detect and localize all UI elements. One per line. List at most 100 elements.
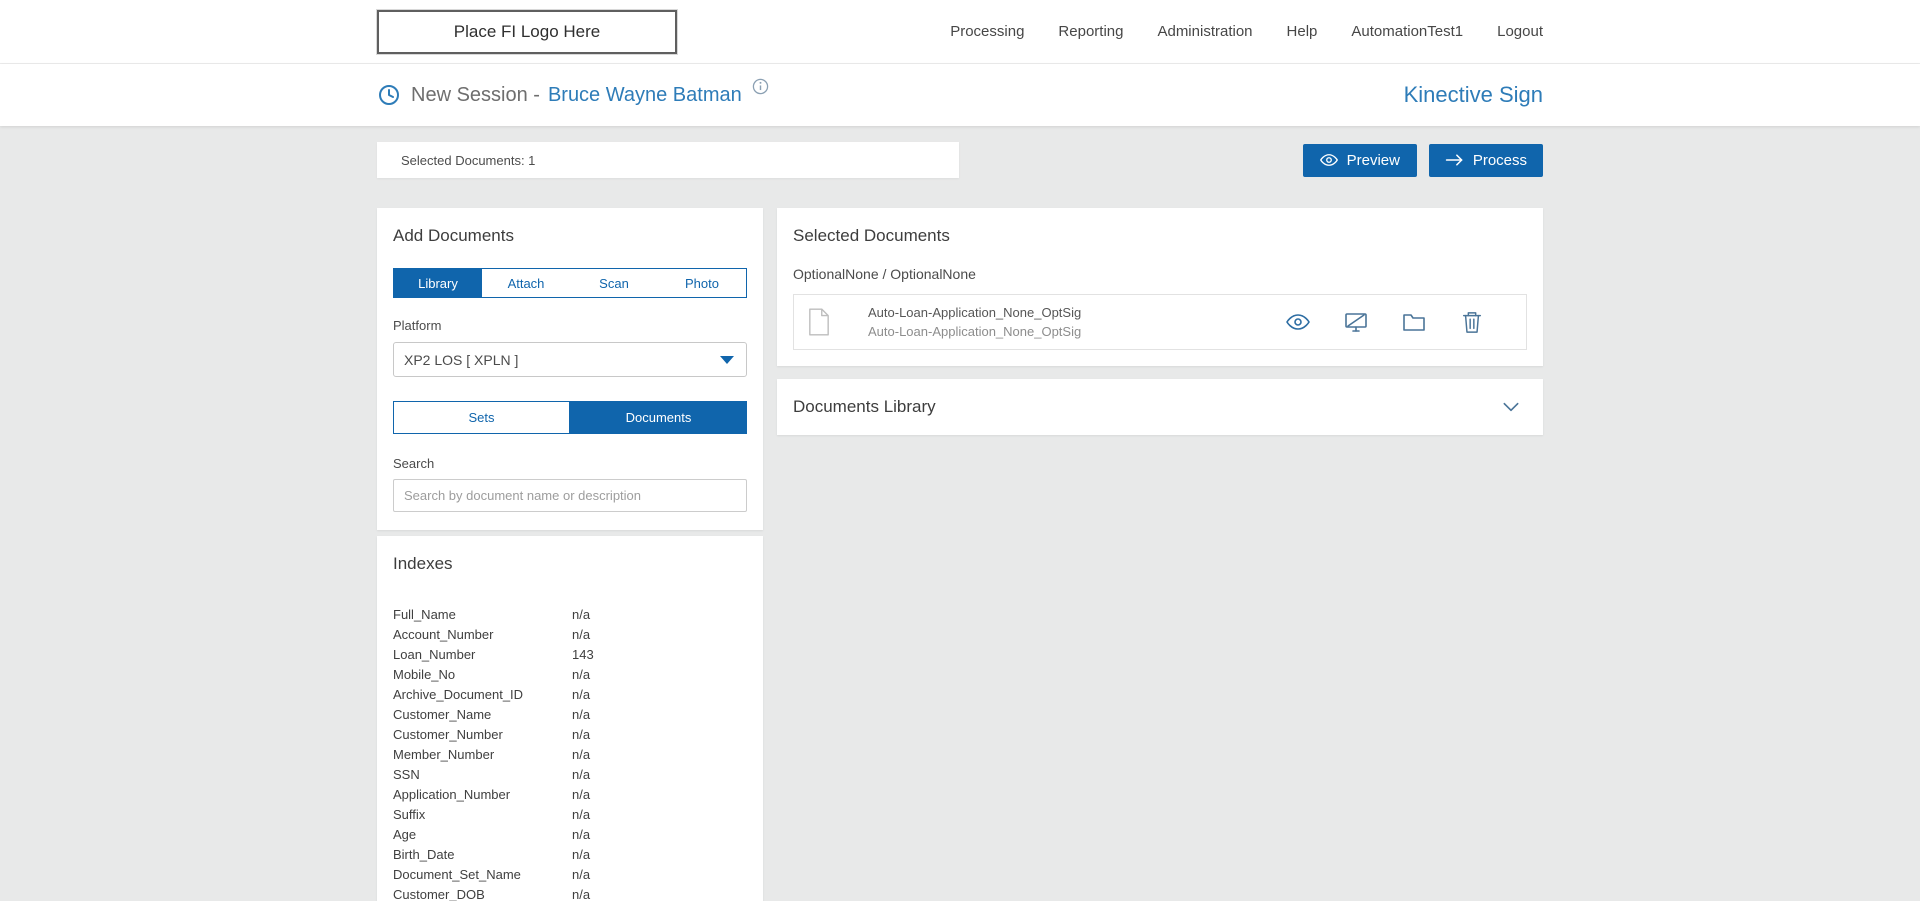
selected-documents-title: Selected Documents [793,226,1527,246]
index-row: Application_Number n/a [393,784,747,804]
preview-button-label: Preview [1347,152,1400,169]
index-label: Customer_Number [393,727,572,742]
documents-library-title: Documents Library [793,397,936,417]
arrow-right-icon [1445,152,1464,168]
index-value: n/a [572,707,590,722]
app-name: Kinective Sign [1404,82,1543,108]
index-label: Document_Set_Name [393,867,572,882]
index-value: n/a [572,727,590,742]
fi-logo-placeholder: Place FI Logo Here [377,10,677,54]
index-row: Full_Name n/a [393,604,747,624]
index-label: Birth_Date [393,847,572,862]
index-value: n/a [572,687,590,702]
index-label: Age [393,827,572,842]
index-value: n/a [572,667,590,682]
main-content: Selected Documents: 1 Preview Process [377,126,1543,901]
document-name: Auto-Loan-Application_None_OptSig [868,305,1081,320]
index-row: Birth_Date n/a [393,844,747,864]
index-label: Member_Number [393,747,572,762]
index-value: n/a [572,607,590,622]
top-navigation-bar: Place FI Logo Here Processing Reporting … [0,0,1920,64]
selected-document-row[interactable]: Auto-Loan-Application_None_OptSig Auto-L… [793,294,1527,350]
index-row: Account_Number n/a [393,624,747,644]
search-input[interactable] [393,479,747,512]
index-value: n/a [572,767,590,782]
index-value: n/a [572,627,590,642]
eye-icon [1286,310,1310,334]
remote-display-button[interactable] [1344,310,1368,334]
selected-documents-count-bar: Selected Documents: 1 [377,142,959,178]
nav-item-help[interactable]: Help [1287,23,1318,40]
trash-icon [1461,310,1483,334]
preview-button[interactable]: Preview [1303,144,1417,177]
index-label: Application_Number [393,787,572,802]
documents-library-card[interactable]: Documents Library [777,379,1543,435]
index-label: Account_Number [393,627,572,642]
document-group-label: OptionalNone / OptionalNone [793,266,1527,282]
index-label: Archive_Document_ID [393,687,572,702]
toggle-sets[interactable]: Sets [393,401,570,434]
right-column: Selected Documents OptionalNone / Option… [777,208,1543,435]
info-icon[interactable] [752,78,769,95]
selection-action-row: Selected Documents: 1 Preview Process [377,142,1543,178]
chevron-down-icon[interactable] [1501,397,1521,417]
action-buttons: Preview Process [1303,144,1543,177]
index-value: n/a [572,887,590,901]
add-documents-tabbar: Library Attach Scan Photo [393,268,747,298]
nav-item-administration[interactable]: Administration [1157,23,1252,40]
index-label: Loan_Number [393,647,572,662]
chevron-down-icon [720,356,734,364]
index-row: SSN n/a [393,764,747,784]
index-label: Customer_Name [393,707,572,722]
tab-photo[interactable]: Photo [658,269,746,297]
index-row: Customer_Name n/a [393,704,747,724]
index-label: Mobile_No [393,667,572,682]
eye-icon [1320,151,1338,169]
index-row: Mobile_No n/a [393,664,747,684]
indexes-card: Indexes Full_Name n/a Account_Number n/a… [377,536,763,901]
session-header-bar: New Session - Bruce Wayne Batman Kinecti… [0,64,1920,126]
nav-item-user-automationtest1[interactable]: AutomationTest1 [1351,23,1463,40]
index-row: Loan_Number 143 [393,644,747,664]
index-row: Customer_DOB n/a [393,884,747,901]
sets-documents-toggle: Sets Documents [393,401,747,434]
index-value: n/a [572,827,590,842]
indexes-list: Full_Name n/a Account_Number n/a Loan_Nu… [393,604,747,901]
process-button[interactable]: Process [1429,144,1543,177]
folder-icon [1402,310,1426,334]
view-document-button[interactable] [1286,310,1310,334]
monitor-slash-icon [1344,310,1368,334]
session-title: New Session - [411,84,540,107]
platform-select[interactable]: XP2 LOS [ XPLN ] [393,342,747,377]
index-value: n/a [572,747,590,762]
platform-select-value: XP2 LOS [ XPLN ] [404,352,518,368]
delete-document-button[interactable] [1460,310,1484,334]
selected-documents-card: Selected Documents OptionalNone / Option… [777,208,1543,366]
move-to-folder-button[interactable] [1402,310,1426,334]
nav-item-reporting[interactable]: Reporting [1058,23,1123,40]
toggle-documents[interactable]: Documents [570,401,747,434]
index-value: n/a [572,867,590,882]
nav-item-logout[interactable]: Logout [1497,23,1543,40]
process-button-label: Process [1473,152,1527,169]
index-label: Suffix [393,807,572,822]
add-documents-card: Add Documents Library Attach Scan Photo … [377,208,763,530]
fi-logo-placeholder-text: Place FI Logo Here [454,22,600,42]
nav-item-processing[interactable]: Processing [950,23,1024,40]
index-row: Document_Set_Name n/a [393,864,747,884]
index-value: n/a [572,847,590,862]
index-row: Age n/a [393,824,747,844]
tab-library[interactable]: Library [394,269,482,297]
tab-scan[interactable]: Scan [570,269,658,297]
index-value: 143 [572,647,594,662]
search-label: Search [393,456,747,471]
tab-attach[interactable]: Attach [482,269,570,297]
document-actions [1286,310,1484,334]
platform-label: Platform [393,318,747,333]
index-value: n/a [572,787,590,802]
index-row: Customer_Number n/a [393,724,747,744]
document-icon [808,308,830,336]
selected-documents-count-label: Selected Documents: 1 [401,153,535,168]
customer-name-link[interactable]: Bruce Wayne Batman [548,84,742,107]
index-row: Member_Number n/a [393,744,747,764]
